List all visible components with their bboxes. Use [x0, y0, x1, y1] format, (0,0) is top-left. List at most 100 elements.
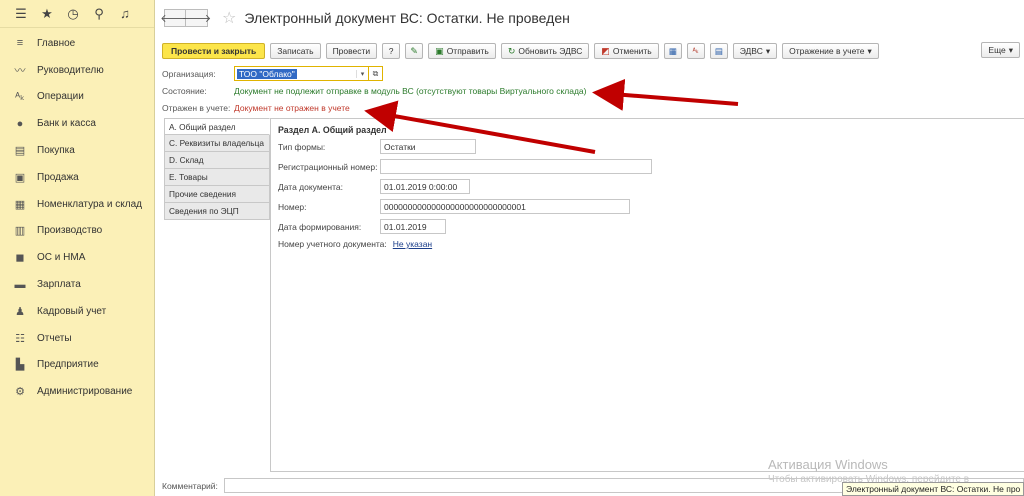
coin-icon: ● — [16, 117, 24, 130]
form-type-row: Тип формы: Остатки — [278, 139, 476, 154]
doc-date-row: Дата документа: 01.01.2019 0:00:00 — [278, 179, 470, 194]
tab-warehouse[interactable]: D. Склад — [164, 152, 270, 169]
sidebar-menu: ≡ Главное 〰 Руководителю ᴬₖ Операции ● Банк … — [0, 28, 154, 405]
page-title: Электронный документ ВС: Остатки. Не про… — [244, 10, 570, 26]
update-label: Обновить ЭДВС — [518, 46, 583, 56]
sidebar-item-purchase[interactable]: ▤ Покупка — [0, 137, 154, 164]
grid-icon: ▦ — [14, 198, 26, 211]
star-icon[interactable]: ★ — [34, 0, 60, 28]
windows-activation-watermark: Активация Windows — [768, 457, 888, 472]
sidebar-item-nomenclature[interactable]: ▦ Номенклатура и склад — [0, 191, 154, 218]
tab-other[interactable]: Прочие сведения — [164, 186, 270, 203]
sidebar-item-salary[interactable]: ▬ Зарплата — [0, 271, 154, 298]
form-type-label: Тип формы: — [278, 141, 326, 152]
dtkt-icon: ᴬₖ — [15, 91, 25, 104]
sidebar-item-label: Производство — [37, 225, 103, 237]
trend-icon: 〰 — [14, 65, 26, 78]
sidebar-item-label: Продажа — [37, 171, 79, 183]
title-bar: 🡐 🡒 ☆ Электронный документ ВС: Остатки. … — [156, 0, 1024, 36]
number-field[interactable]: 000000000000000000000000000001 — [380, 199, 630, 214]
reflected-row: Отражен в учете: Документ не отражен в у… — [162, 103, 350, 113]
org-field[interactable]: ТОО "Облако" ▾ — [234, 66, 369, 81]
sidebar-item-operations[interactable]: ᴬₖ Операции — [0, 84, 154, 111]
toolbar: Провести и закрыть Записать Провести ? ✎… — [162, 42, 1024, 60]
reflected-label: Отражен в учете: — [162, 103, 231, 113]
cancel-label: Отменить — [612, 46, 652, 56]
reg-number-label: Регистрационный номер: — [278, 161, 378, 172]
tab-owner[interactable]: С. Реквизиты владельца — [164, 135, 270, 152]
dtkt-button[interactable]: ᴬₖ — [686, 43, 705, 59]
menu-icon[interactable]: ☰ — [8, 0, 34, 28]
reflect-dropdown[interactable]: Отражение в учете ▾ — [782, 43, 879, 59]
sidebar-item-label: Операции — [37, 91, 84, 103]
reg-number-field[interactable] — [380, 159, 652, 174]
org-value: ТОО "Облако" — [237, 68, 297, 79]
number-row: Номер: 000000000000000000000000000001 — [278, 199, 630, 214]
cancel-doc-button[interactable]: ◩ Отменить — [594, 43, 659, 59]
truck-icon: ◼ — [15, 252, 25, 265]
print-button[interactable]: ▦ — [663, 43, 682, 59]
favorite-star-icon[interactable]: ☆ — [222, 8, 236, 28]
gear-icon: ⚙ — [15, 386, 25, 399]
more-dropdown[interactable]: Еще ▾ — [981, 42, 1020, 58]
search-icon[interactable]: ⚲ — [86, 0, 112, 28]
sidebar: ☰ ★ ◷ ⚲ ♫ ≡ Главное 〰 Руководителю ᴬₖ Опера… — [0, 0, 155, 496]
bell-icon[interactable]: ♫ — [112, 0, 138, 28]
send-icon: ▣ — [435, 45, 444, 56]
edvs-dropdown[interactable]: ЭДВС ▾ — [732, 43, 778, 59]
acc-doc-link[interactable]: Не указан — [393, 239, 432, 249]
list-icon: ☷ — [15, 332, 25, 345]
acc-doc-label: Номер учетного документа: — [278, 239, 387, 249]
bag-icon: ▣ — [14, 171, 26, 184]
help-button[interactable]: ? — [382, 43, 401, 59]
comment-label: Комментарий: — [162, 480, 218, 491]
sidebar-item-label: Кадровый учет — [37, 305, 107, 317]
sidebar-item-label: Зарплата — [37, 279, 81, 291]
sidebar-item-reports[interactable]: ☷ Отчеты — [0, 325, 154, 352]
building-icon: ▙ — [15, 359, 25, 372]
dropdown-icon[interactable]: ▾ — [356, 69, 368, 78]
nav-buttons: 🡐 🡒 — [160, 9, 211, 27]
post-button[interactable]: Провести — [325, 43, 378, 59]
sidebar-item-enterprise[interactable]: ▙ Предприятие — [0, 352, 154, 379]
open-icon[interactable]: ⧉ — [369, 66, 383, 81]
form-date-field[interactable]: 01.01.2019 — [380, 219, 446, 234]
chevron-down-icon: ▾ — [867, 45, 872, 56]
cancel-icon: ◩ — [601, 45, 610, 56]
reg-number-row: Регистрационный номер: — [278, 159, 652, 174]
send-label: Отправить — [446, 46, 489, 56]
send-button[interactable]: ▣ Отправить — [428, 43, 496, 59]
tab-list: А. Общий раздел С. Реквизиты владельца D… — [164, 118, 270, 220]
main-area: 🡐 🡒 ☆ Электронный документ ВС: Остатки. … — [156, 0, 1024, 496]
sidebar-item-assets[interactable]: ◼ ОС и НМА — [0, 244, 154, 271]
section-panel: Раздел А. Общий раздел Тип формы: Остатк… — [270, 118, 1024, 472]
chevron-down-icon: ▾ — [1008, 44, 1013, 55]
people-icon: ♟ — [15, 305, 25, 318]
arrow-right-icon: 🡒 — [181, 13, 212, 25]
save-button[interactable]: Записать — [270, 43, 321, 59]
dtkt-icon: ᴬₖ — [692, 48, 699, 55]
sidebar-item-label: Отчеты — [37, 332, 72, 344]
sidebar-item-production[interactable]: ▥ Производство — [0, 218, 154, 245]
edit-button[interactable]: ✎ — [405, 43, 424, 59]
sidebar-item-main[interactable]: ≡ Главное — [0, 30, 154, 57]
structure-button[interactable]: ▤ — [709, 43, 728, 59]
sidebar-item-manager[interactable]: 〰 Руководителю — [0, 57, 154, 84]
money-icon: ▬ — [14, 278, 26, 291]
sidebar-item-sales[interactable]: ▣ Продажа — [0, 164, 154, 191]
forward-button[interactable]: 🡒 — [182, 9, 211, 27]
sidebar-item-admin[interactable]: ⚙ Администрирование — [0, 378, 154, 405]
update-edvs-button[interactable]: ↻ Обновить ЭДВС — [500, 43, 590, 59]
form-type-field[interactable]: Остатки — [380, 139, 476, 154]
history-icon[interactable]: ◷ — [60, 0, 86, 28]
chevron-down-icon: ▾ — [765, 45, 771, 56]
doc-date-field[interactable]: 01.01.2019 0:00:00 — [380, 179, 470, 194]
post-and-close-button[interactable]: Провести и закрыть — [162, 43, 266, 59]
tab-goods[interactable]: Е. Товары — [164, 169, 270, 186]
sidebar-item-bank[interactable]: ● Банк и касса — [0, 110, 154, 137]
tab-general[interactable]: А. Общий раздел — [164, 118, 270, 135]
edvs-label: ЭДВС — [739, 46, 763, 56]
sidebar-item-label: Номенклатура и склад — [37, 198, 142, 210]
tab-signature[interactable]: Сведения по ЭЦП — [164, 203, 270, 220]
sidebar-item-hr[interactable]: ♟ Кадровый учет — [0, 298, 154, 325]
